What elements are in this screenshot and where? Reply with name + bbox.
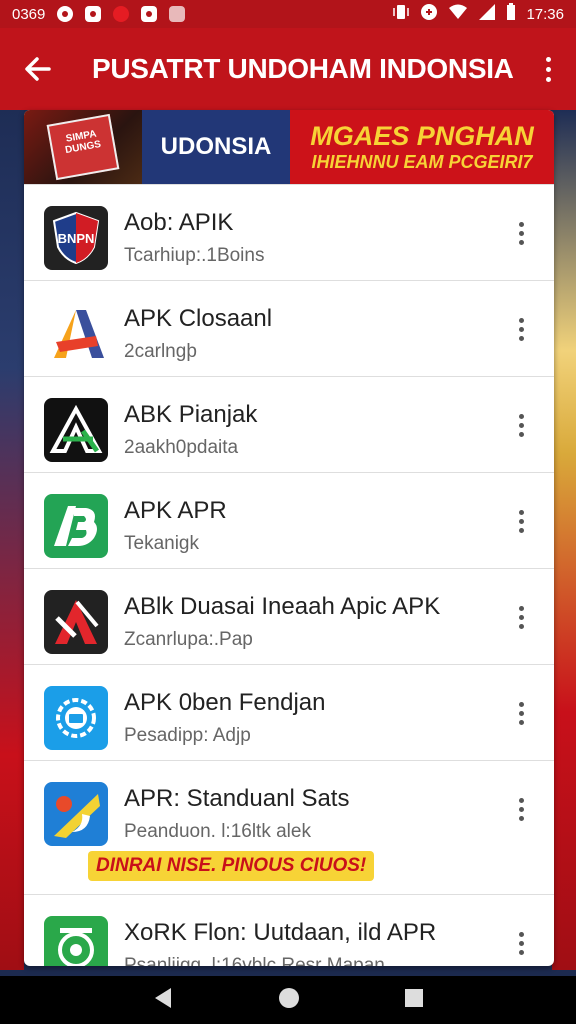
list-item-text: XoRK Flon: Uutdaan, ild APR Psanliigg. l… bbox=[124, 919, 436, 966]
shield-icon: BNPN bbox=[44, 206, 108, 270]
notification-app-icon bbox=[85, 6, 102, 22]
list-item-text: Aob: APIK Tcarhiup:.1Boins bbox=[124, 209, 264, 267]
app-bar: PUSATRT UNDOHAM INDONSIA bbox=[0, 28, 576, 110]
list-item[interactable]: APK Closaanl 2carlngþ bbox=[24, 280, 554, 376]
app-list-card: SIMPA DUNGS UDONSIA MGAES PNGHAN IHIEHNN… bbox=[24, 110, 554, 966]
notification-red-icon bbox=[113, 6, 130, 22]
app-title: ABlk Duasai Ineaah Apic APK bbox=[124, 593, 441, 620]
app-subtitle: Pesadipp: Adjp bbox=[124, 725, 251, 746]
data-saver-icon bbox=[420, 3, 438, 25]
letter-a-outline-icon bbox=[44, 398, 108, 462]
app-title: APR: Standuanl Sats bbox=[124, 785, 350, 812]
status-left: 0369 bbox=[12, 5, 186, 23]
app-subtitle: Psanliigg. l:16vblc Resr Mapan bbox=[124, 955, 385, 966]
banner-subline: IHIEHNNU EAM PCGEIRI7 bbox=[311, 152, 533, 172]
item-menu-icon[interactable] bbox=[516, 603, 526, 631]
status-bar: 0369 17:36 bbox=[0, 0, 576, 28]
item-menu-icon[interactable] bbox=[516, 507, 526, 535]
status-time-left: 0369 bbox=[12, 5, 46, 23]
nav-recents-icon[interactable] bbox=[403, 987, 425, 1014]
letter-a-icon bbox=[44, 302, 108, 366]
battery-icon bbox=[506, 3, 516, 25]
system-nav-bar bbox=[0, 976, 576, 1024]
app-title: ABK Pianjak bbox=[124, 401, 258, 428]
app-title: APK 0ben Fendjan bbox=[124, 689, 326, 716]
list-item[interactable]: APR: Standuanl Sats Peanduon. l:16ltk al… bbox=[24, 760, 554, 894]
list-item-text: APR: Standuanl Sats Peanduon. l:16ltk al… bbox=[88, 785, 375, 881]
letter-a-red-icon bbox=[44, 590, 108, 654]
overflow-menu-icon[interactable] bbox=[538, 49, 558, 89]
item-menu-icon[interactable] bbox=[516, 795, 526, 823]
notification-mail-icon bbox=[169, 6, 186, 22]
app-subtitle: Tcarhiup:.1Boins bbox=[124, 245, 265, 266]
banner-headline: MGAES PNGHAN bbox=[310, 121, 534, 151]
banner-brand: UDONSIA bbox=[142, 110, 290, 184]
shield-icon-label: BNPN bbox=[58, 231, 95, 246]
list-item-text: APK 0ben Fendjan Pesadipp: Adjp bbox=[124, 689, 325, 747]
item-menu-icon[interactable] bbox=[516, 699, 526, 727]
letter-b-icon bbox=[44, 494, 108, 558]
back-arrow-icon[interactable] bbox=[18, 49, 58, 89]
vibrate-icon bbox=[392, 3, 410, 25]
notification-icon bbox=[57, 6, 74, 22]
moon-icon bbox=[44, 782, 108, 846]
notification-photo-icon bbox=[141, 6, 158, 22]
banner-image: SIMPA DUNGS bbox=[24, 110, 142, 184]
app-title: APK APR bbox=[124, 497, 227, 524]
status-time-right: 17:36 bbox=[526, 5, 564, 23]
app-subtitle: Tekanigk bbox=[124, 533, 199, 554]
nav-home-icon[interactable] bbox=[276, 985, 302, 1016]
wifi-icon bbox=[448, 3, 468, 25]
promo-banner[interactable]: SIMPA DUNGS UDONSIA MGAES PNGHAN IHIEHNN… bbox=[24, 110, 554, 184]
item-menu-icon[interactable] bbox=[516, 315, 526, 343]
list-item-text: APK Closaanl 2carlngþ bbox=[124, 305, 272, 363]
status-right: 17:36 bbox=[392, 3, 564, 25]
background-art-left bbox=[0, 110, 24, 970]
signal-icon bbox=[478, 3, 496, 25]
banner-headline-block: MGAES PNGHAN IHIEHNNU EAM PCGEIRI7 bbox=[290, 110, 554, 184]
app-subtitle: 2carlngþ bbox=[124, 341, 197, 362]
app-list: BNPN Aob: APIK Tcarhiup:.1Boins APK Clos… bbox=[24, 184, 554, 966]
app-title: Aob: APIK bbox=[124, 209, 234, 236]
app-title: XoRK Flon: Uutdaan, ild APR bbox=[124, 919, 437, 946]
promo-badge[interactable]: DINRAI NISE. PINOUS CIUOS! bbox=[88, 851, 375, 881]
nav-back-icon[interactable] bbox=[151, 986, 175, 1015]
list-item[interactable]: BNPN Aob: APIK Tcarhiup:.1Boins bbox=[24, 184, 554, 280]
item-menu-icon[interactable] bbox=[516, 219, 526, 247]
background-art-right bbox=[552, 110, 576, 970]
list-item[interactable]: ABlk Duasai Ineaah Apic APK Zcanrlupa:.P… bbox=[24, 568, 554, 664]
app-subtitle: Zcanrlupa:.Pap bbox=[124, 629, 253, 650]
item-menu-icon[interactable] bbox=[516, 929, 526, 957]
app-title: APK Closaanl bbox=[124, 305, 273, 332]
list-item[interactable]: ABK Pianjak 2aakh0pdaita bbox=[24, 376, 554, 472]
app-subtitle: Peanduon. l:16ltk alek bbox=[124, 821, 311, 842]
item-menu-icon[interactable] bbox=[516, 411, 526, 439]
list-item-text: ABlk Duasai Ineaah Apic APK Zcanrlupa:.P… bbox=[124, 593, 440, 651]
list-item[interactable]: APK APR Tekanigk bbox=[24, 472, 554, 568]
list-item[interactable]: APK 0ben Fendjan Pesadipp: Adjp bbox=[24, 664, 554, 760]
app-subtitle: 2aakh0pdaita bbox=[124, 437, 239, 458]
list-item[interactable]: XoRK Flon: Uutdaan, ild APR Psanliigg. l… bbox=[24, 894, 554, 966]
list-item-text: APK APR Tekanigk bbox=[124, 497, 227, 555]
banner-book: SIMPA DUNGS bbox=[46, 113, 120, 181]
list-item-text: ABK Pianjak 2aakh0pdaita bbox=[124, 401, 257, 459]
gear-icon bbox=[44, 686, 108, 750]
page-title: PUSATRT UNDOHAM INDONSIA bbox=[92, 53, 514, 84]
circle-icon bbox=[44, 916, 108, 966]
